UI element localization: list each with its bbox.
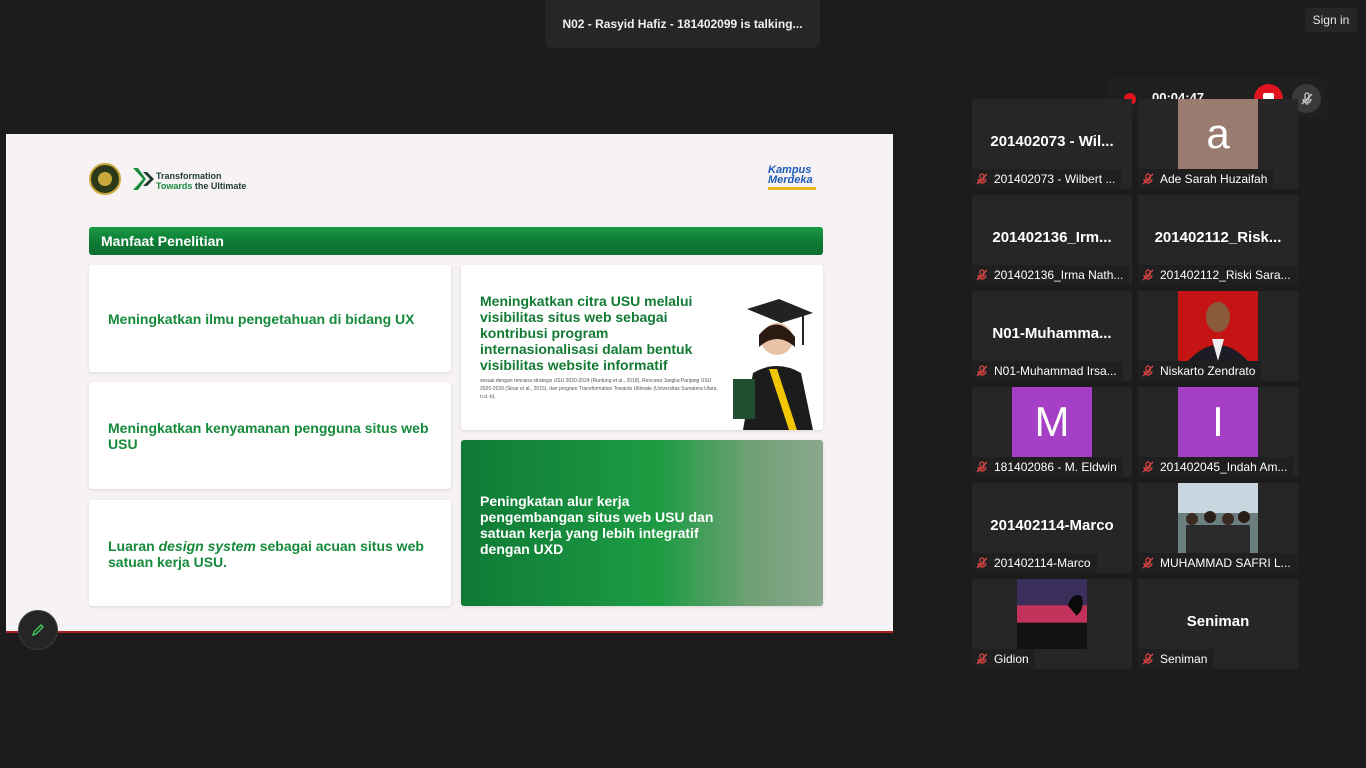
participant-name-label: 201402112_Riski Sara... (1138, 265, 1297, 285)
participant-name-label: 181402086 - M. Eldwin (972, 457, 1123, 477)
participant-tile[interactable]: Seniman Seniman (1138, 579, 1298, 669)
participant-name-label: MUHAMMAD SAFRI L... (1138, 553, 1297, 573)
benefit-card-3-text: Luaran design system sebagai acuan situs… (108, 538, 424, 570)
participant-display-name: 201402073 - Wil... (990, 133, 1114, 150)
avatar: M (1012, 387, 1092, 457)
mic-muted-icon (1142, 173, 1154, 185)
graduate-illustration (733, 299, 813, 430)
participant-name-label: 201402073 - Wilbert ... (972, 169, 1122, 189)
mic-muted-icon (976, 365, 988, 377)
benefit-card-2-text: Meningkatkan kenyamanan pengguna situs w… (108, 420, 429, 452)
benefit-card-1: Meningkatkan ilmu pengetahuan di bidang … (89, 265, 451, 372)
active-speaker-banner: N02 - Rasyid Hafiz - 181402099 is talkin… (545, 0, 820, 48)
benefit-card-5-title: Peningkatan alur kerja pengembangan situ… (480, 493, 714, 557)
benefit-card-4-note: sesuai dengan rencana strategis USU 2020… (480, 378, 718, 400)
mic-muted-icon (1142, 653, 1154, 665)
participant-tile[interactable]: Niskarto Zendrato (1138, 291, 1298, 381)
mic-muted-icon (976, 173, 988, 185)
benefit-card-1-text: Meningkatkan ilmu pengetahuan di bidang … (108, 311, 415, 327)
transformation-logo-text: Transformation Towards the Ultimate (156, 171, 247, 191)
shared-slide: Transformation Towards the Ultimate Kamp… (6, 134, 893, 632)
participant-name-label: Gidion (972, 649, 1035, 669)
mic-muted-icon (976, 653, 988, 665)
participant-display-name: 201402136_Irm... (992, 229, 1112, 246)
annotate-pen-button[interactable] (18, 610, 58, 650)
participant-tile[interactable]: I 201402045_Indah Am... (1138, 387, 1298, 477)
mic-muted-icon (1142, 461, 1154, 473)
participant-tile[interactable]: 201402114-Marco 201402114-Marco (972, 483, 1132, 573)
sign-in-button[interactable]: Sign in (1305, 8, 1357, 32)
participant-name-label: N01-Muhammad Irsa... (972, 361, 1123, 381)
pen-icon (31, 624, 44, 637)
participant-tile[interactable]: MUHAMMAD SAFRI L... (1138, 483, 1298, 573)
mic-off-icon (1301, 91, 1312, 105)
benefit-card-2: Meningkatkan kenyamanan pengguna situs w… (89, 382, 451, 489)
kampus-merdeka-logo: Kampus Merdeka (768, 165, 816, 190)
participant-name-label: Seniman (1138, 649, 1214, 669)
participant-display-name: Seniman (1186, 613, 1250, 630)
mic-muted-icon (1142, 365, 1154, 377)
participant-name-label: Niskarto Zendrato (1138, 361, 1262, 381)
mic-muted-icon (976, 461, 988, 473)
participant-tile[interactable]: M 181402086 - M. Eldwin (972, 387, 1132, 477)
participant-tile[interactable]: Gidion (972, 579, 1132, 669)
benefit-card-3: Luaran design system sebagai acuan situs… (89, 500, 451, 606)
benefit-card-5: Peningkatan alur kerja pengembangan situ… (461, 440, 823, 606)
mic-muted-icon (976, 557, 988, 569)
participant-tile[interactable]: a Ade Sarah Huzaifah (1138, 99, 1298, 189)
participant-name-label: Ade Sarah Huzaifah (1138, 169, 1274, 189)
participant-display-name: 201402112_Risk... (1154, 229, 1282, 246)
participant-tile[interactable]: 201402136_Irm... 201402136_Irma Nath... (972, 195, 1132, 285)
mic-muted-icon (976, 269, 988, 281)
participant-tile[interactable]: 201402073 - Wil... 201402073 - Wilbert ..… (972, 99, 1132, 189)
avatar: I (1178, 387, 1258, 457)
participant-display-name: 201402114-Marco (990, 517, 1114, 534)
benefit-card-4-title: Meningkatkan citra USU melalui visibilit… (480, 293, 693, 373)
mic-muted-icon (1142, 557, 1154, 569)
slide-bottom-border (6, 631, 893, 633)
usu-seal-logo (89, 163, 121, 195)
benefit-card-4: Meningkatkan citra USU melalui visibilit… (461, 265, 823, 430)
transformation-logo-icon (133, 168, 154, 190)
mic-muted-icon (1142, 269, 1154, 281)
participant-tile[interactable]: 201402112_Risk... 201402112_Riski Sara... (1138, 195, 1298, 285)
participant-display-name: N01-Muhamma... (992, 325, 1112, 342)
participant-name-label: 201402136_Irma Nath... (972, 265, 1130, 285)
participant-name-label: 201402114-Marco (972, 553, 1097, 573)
avatar: a (1178, 99, 1258, 169)
slide-section-header: Manfaat Penelitian (89, 227, 823, 255)
participant-tile[interactable]: N01-Muhamma... N01-Muhammad Irsa... (972, 291, 1132, 381)
participant-name-label: 201402045_Indah Am... (1138, 457, 1294, 477)
